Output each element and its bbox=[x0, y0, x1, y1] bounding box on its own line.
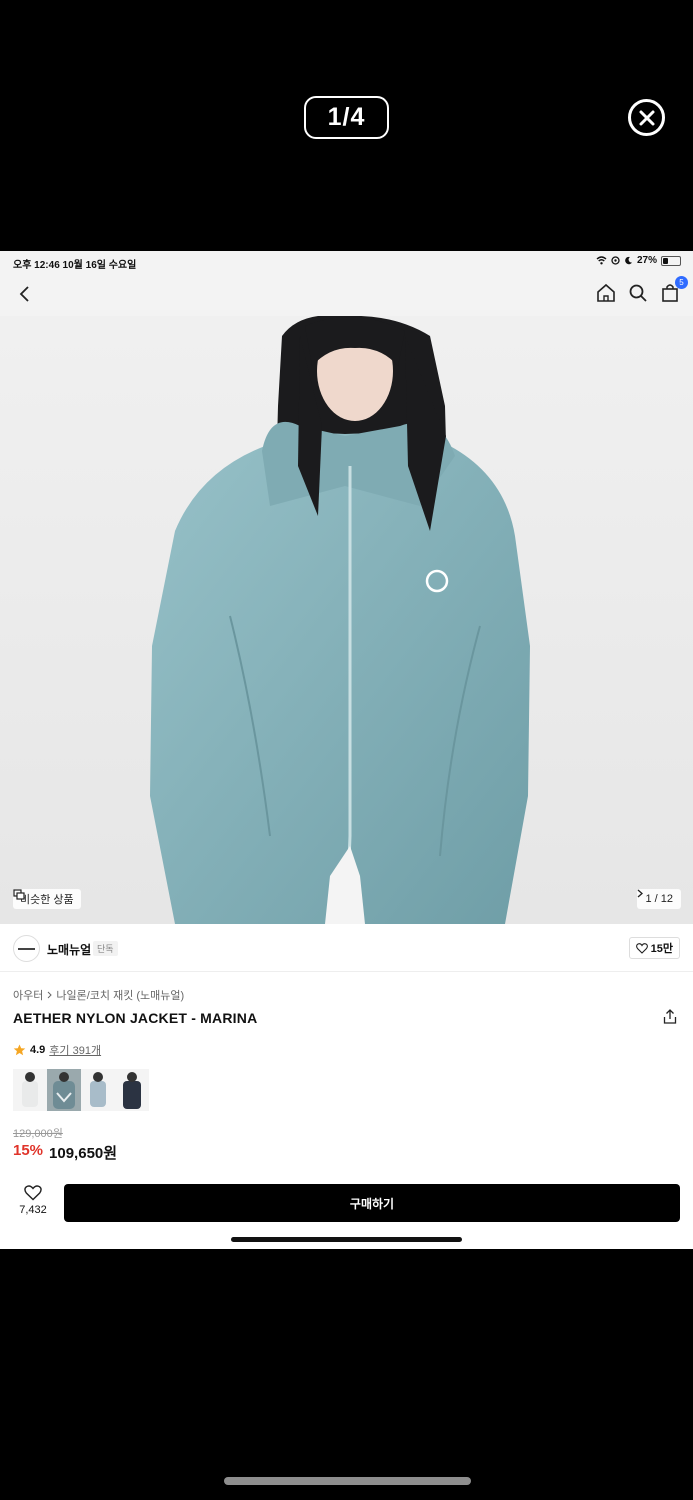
rating-score: 4.9 bbox=[30, 1044, 46, 1056]
back-icon[interactable] bbox=[14, 283, 36, 305]
swatch-white[interactable] bbox=[13, 1069, 47, 1111]
image-counter-text: 1 / 12 bbox=[645, 893, 673, 905]
star-icon bbox=[13, 1044, 26, 1056]
status-time: 오후 12:46 10월 16일 수요일 bbox=[13, 260, 137, 271]
swatch-navy[interactable] bbox=[115, 1069, 149, 1111]
status-icons: 27% bbox=[596, 255, 681, 266]
location-icon bbox=[611, 256, 620, 265]
viewer-top-bar: 1/4 bbox=[0, 0, 693, 251]
swatch-light-blue[interactable] bbox=[81, 1069, 115, 1111]
breadcrumb-item[interactable]: 나일론/코치 재킷 (노매뉴얼) bbox=[56, 987, 184, 1003]
cart-badge: 5 bbox=[675, 276, 688, 289]
sale-price: 109,650원 bbox=[49, 1145, 118, 1162]
image-counter[interactable]: 1 / 12 bbox=[637, 889, 681, 909]
chevron-right-icon bbox=[48, 991, 53, 999]
review-link[interactable]: 후기 391개 bbox=[49, 1042, 101, 1058]
moon-icon bbox=[625, 256, 632, 265]
price-row: 15% 109,650원 bbox=[13, 1142, 117, 1163]
heart-icon bbox=[24, 1185, 42, 1201]
status-bar: 오후 12:46 10월 16일 수요일 27% bbox=[0, 251, 693, 273]
brand-like-button[interactable]: 15만 bbox=[628, 937, 680, 959]
viewer-bottom-bar bbox=[0, 1249, 693, 1500]
similar-icon bbox=[13, 889, 25, 900]
similar-label: 비슷한 상품 bbox=[20, 894, 74, 906]
product-title: AETHER NYLON JACKET - MARINA bbox=[13, 1010, 258, 1026]
battery-icon bbox=[661, 255, 681, 266]
brand-logo[interactable] bbox=[13, 935, 40, 962]
similar-products-button[interactable]: 비슷한 상품 bbox=[13, 889, 81, 909]
brand-row[interactable]: 노매뉴얼 단독 15만 bbox=[0, 924, 693, 972]
wishlist-button[interactable]: 7,432 bbox=[15, 1185, 51, 1216]
cart-icon[interactable]: 5 bbox=[659, 276, 688, 304]
brand-like-count: 15만 bbox=[650, 943, 673, 955]
rating-row: 4.9 후기 391개 bbox=[13, 1042, 101, 1058]
home-indicator bbox=[231, 1237, 462, 1242]
brand-name[interactable]: 노매뉴얼 bbox=[47, 941, 91, 958]
discount-rate: 15% bbox=[13, 1142, 44, 1159]
nav-bar: 5 bbox=[0, 273, 693, 316]
color-swatches bbox=[13, 1069, 149, 1111]
buy-button[interactable]: 구매하기 bbox=[64, 1184, 680, 1222]
breadcrumb: 아우터 나일론/코치 재킷 (노매뉴얼) bbox=[13, 987, 184, 1003]
close-icon[interactable] bbox=[628, 99, 665, 136]
page-counter: 1/4 bbox=[304, 96, 389, 139]
product-screenshot: 오후 12:46 10월 16일 수요일 27% 5 비슷한 상품 1 / 12… bbox=[0, 251, 693, 1249]
breadcrumb-item[interactable]: 아우터 bbox=[13, 987, 43, 1003]
brand-exclusive-tag: 단독 bbox=[93, 941, 118, 956]
chevron-right-icon bbox=[638, 889, 644, 898]
wifi-icon bbox=[596, 256, 607, 265]
product-image[interactable]: 비슷한 상품 1 / 12 bbox=[0, 316, 693, 924]
heart-icon bbox=[635, 942, 648, 954]
battery-percent: 27% bbox=[636, 255, 657, 266]
buy-bar: 7,432 구매하기 bbox=[0, 1180, 693, 1230]
wishlist-count: 7,432 bbox=[19, 1204, 47, 1216]
search-icon[interactable] bbox=[627, 282, 649, 304]
swatch-marina[interactable] bbox=[47, 1069, 81, 1111]
viewer-home-indicator bbox=[224, 1477, 471, 1485]
home-icon[interactable] bbox=[595, 282, 617, 304]
model-photo bbox=[150, 316, 530, 924]
share-icon[interactable] bbox=[663, 1009, 679, 1025]
original-price: 129,000원 bbox=[13, 1128, 63, 1140]
